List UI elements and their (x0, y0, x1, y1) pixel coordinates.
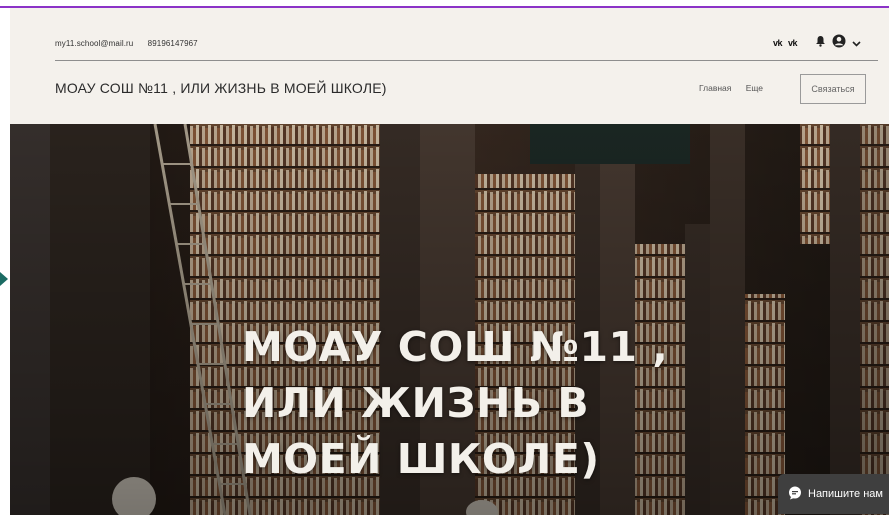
chat-bubble-icon (788, 486, 802, 503)
header-icons: vk vk (773, 34, 861, 53)
contact-button[interactable]: Связаться (800, 74, 866, 104)
chat-label: Напишите нам (808, 488, 883, 500)
nav-item-more[interactable]: Еще (746, 83, 763, 93)
chat-button[interactable]: Напишите нам (778, 474, 889, 514)
slider-arrow-icon[interactable] (0, 272, 8, 291)
user-icon[interactable] (832, 34, 846, 53)
vk-icon[interactable]: vk (773, 38, 783, 48)
vk-icon[interactable]: vk (788, 38, 798, 48)
site-header: my11.school@mail.ru 89196147967 vk vk МО… (10, 8, 889, 124)
hero-section: МОАУ СОШ №11 , ИЛИ ЖИЗНЬ В МОЕЙ ШКОЛЕ) (10, 124, 889, 515)
hero-title: МОАУ СОШ №11 , ИЛИ ЖИЗНЬ В МОЕЙ ШКОЛЕ) (242, 323, 669, 483)
nav-item-home[interactable]: Главная (699, 83, 731, 93)
bell-icon[interactable] (815, 34, 826, 52)
header-divider (55, 60, 878, 61)
site-title[interactable]: МОАУ СОШ №11 , ИЛИ ЖИЗНЬ В МОЕЙ ШКОЛЕ) (55, 80, 387, 96)
contact-info: my11.school@mail.ru 89196147967 (55, 39, 210, 48)
main-nav: Главная Еще (699, 83, 775, 93)
chevron-down-icon[interactable] (852, 34, 861, 52)
phone-link[interactable]: 89196147967 (148, 39, 198, 48)
email-link[interactable]: my11.school@mail.ru (55, 39, 133, 48)
